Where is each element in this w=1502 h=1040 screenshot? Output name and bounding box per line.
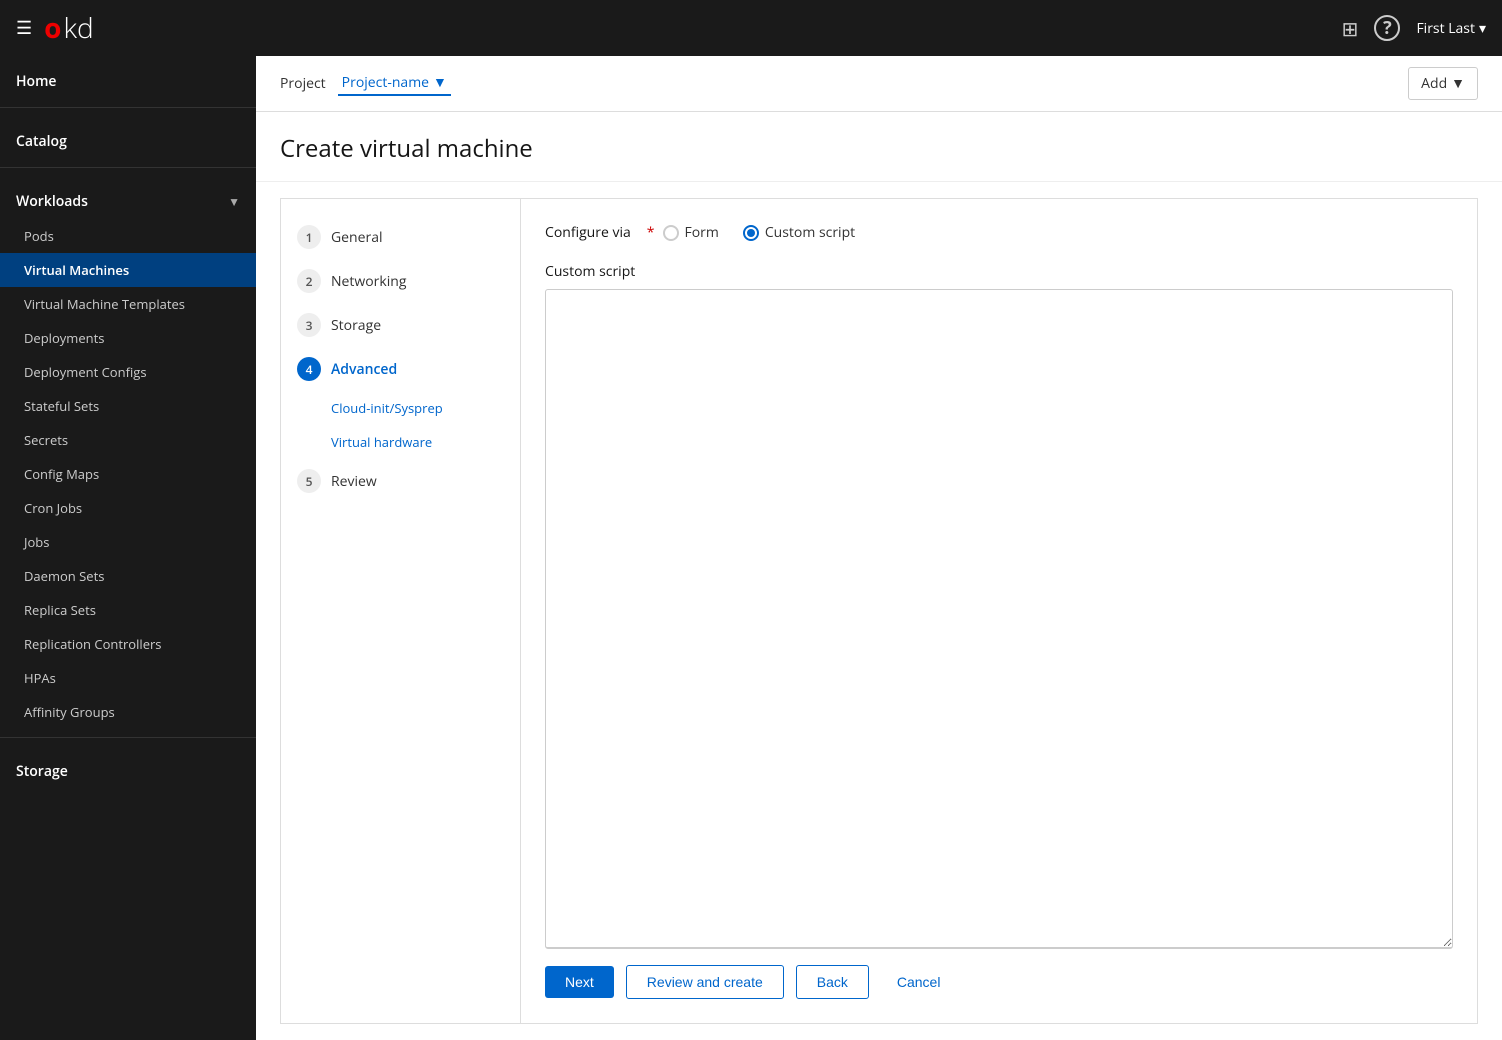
sidebar-catalog-label: Catalog — [16, 132, 67, 151]
logo-kd-letters: kd — [63, 9, 93, 47]
wizard-substep-virtual-hardware[interactable]: Virtual hardware — [281, 425, 520, 459]
review-create-button[interactable]: Review and create — [626, 965, 784, 999]
sidebar-storage-label: Storage — [16, 762, 68, 781]
sidebar-home-label: Home — [16, 72, 57, 91]
page-title-bar: Create virtual machine — [256, 112, 1502, 182]
configure-via-label: Configure via — [545, 223, 631, 242]
sidebar-item-virtual-machine-templates[interactable]: Virtual Machine Templates — [0, 287, 256, 321]
step-label-advanced: Advanced — [331, 360, 397, 379]
user-name-label: First Last — [1416, 19, 1475, 38]
page-title: Create virtual machine — [280, 132, 1478, 165]
topbar: Project Project-name ▼ Add ▼ — [256, 56, 1502, 112]
sidebar-storage[interactable]: Storage — [0, 746, 256, 789]
substep-cloud-init-label: Cloud-init/Sysprep — [331, 399, 443, 417]
hamburger-icon[interactable]: ☰ — [16, 16, 32, 40]
project-label: Project — [280, 74, 326, 93]
wizard-navigation: 1 General 2 Networking 3 Storage 4 Advan… — [281, 199, 521, 1023]
step-number-3: 3 — [297, 313, 321, 337]
project-name-value: Project-name — [342, 73, 429, 92]
wizard-body: Configure via * Form Custom script Custo… — [521, 199, 1477, 1023]
wizard-step-review[interactable]: 5 Review — [281, 459, 520, 503]
form-radio-option[interactable]: Form — [663, 223, 719, 242]
project-chevron-icon: ▼ — [433, 73, 447, 92]
form-radio-label: Form — [685, 223, 719, 242]
sidebar-item-stateful-sets[interactable]: Stateful Sets — [0, 389, 256, 423]
wizard-step-networking[interactable]: 2 Networking — [281, 259, 520, 303]
logo-o-letter: o — [44, 9, 61, 47]
step-number-4: 4 — [297, 357, 321, 381]
sidebar-item-deployments[interactable]: Deployments — [0, 321, 256, 355]
sidebar-item-secrets[interactable]: Secrets — [0, 423, 256, 457]
sidebar-item-deployment-configs[interactable]: Deployment Configs — [0, 355, 256, 389]
sidebar-item-cron-jobs[interactable]: Cron Jobs — [0, 491, 256, 525]
topnav-icons: ⊞ ? First Last ▾ — [1342, 15, 1486, 42]
wizard-step-advanced[interactable]: 4 Advanced — [281, 347, 520, 391]
configure-via-row: Configure via * Form Custom script — [545, 223, 1453, 242]
sidebar-item-config-maps[interactable]: Config Maps — [0, 457, 256, 491]
sidebar-divider-1 — [0, 107, 256, 108]
sidebar-item-affinity-groups[interactable]: Affinity Groups — [0, 695, 256, 729]
app-logo: o kd — [44, 9, 94, 47]
wizard-footer: Next Review and create Back Cancel — [545, 949, 1453, 999]
add-button[interactable]: Add ▼ — [1408, 67, 1478, 100]
wizard-substep-cloud-init[interactable]: Cloud-init/Sysprep — [281, 391, 520, 425]
sidebar-item-hpas[interactable]: HPAs — [0, 661, 256, 695]
step-label-networking: Networking — [331, 272, 406, 291]
step-number-2: 2 — [297, 269, 321, 293]
wizard-step-general[interactable]: 1 General — [281, 215, 520, 259]
sidebar-home[interactable]: Home — [0, 56, 256, 99]
sidebar-divider-2 — [0, 167, 256, 168]
custom-script-section-label: Custom script — [545, 262, 1453, 281]
custom-script-textarea[interactable] — [545, 289, 1453, 949]
step-label-storage: Storage — [331, 316, 381, 335]
add-chevron-icon: ▼ — [1451, 74, 1465, 93]
sidebar: Home Catalog Workloads ▼ Pods Virtual Ma… — [0, 56, 256, 1040]
sidebar-workloads-label: Workloads — [16, 192, 88, 211]
add-label: Add — [1421, 74, 1447, 93]
workloads-chevron-icon: ▼ — [228, 193, 240, 210]
sidebar-item-jobs[interactable]: Jobs — [0, 525, 256, 559]
sidebar-item-replication-controllers[interactable]: Replication Controllers — [0, 627, 256, 661]
wizard-container: 1 General 2 Networking 3 Storage 4 Advan… — [280, 198, 1478, 1024]
step-label-review: Review — [331, 472, 377, 491]
app-body: Home Catalog Workloads ▼ Pods Virtual Ma… — [0, 56, 1502, 1040]
help-icon[interactable]: ? — [1374, 15, 1400, 41]
required-asterisk: * — [647, 223, 655, 242]
wizard-step-storage[interactable]: 3 Storage — [281, 303, 520, 347]
cancel-button[interactable]: Cancel — [881, 966, 957, 998]
step-number-5: 5 — [297, 469, 321, 493]
main-content: Project Project-name ▼ Add ▼ Create virt… — [256, 56, 1502, 1040]
custom-script-section: Custom script — [545, 262, 1453, 949]
sidebar-workloads[interactable]: Workloads ▼ — [0, 176, 256, 219]
user-chevron-icon: ▾ — [1479, 19, 1486, 38]
custom-script-radio-option[interactable]: Custom script — [743, 223, 855, 242]
step-number-1: 1 — [297, 225, 321, 249]
next-button[interactable]: Next — [545, 966, 614, 998]
sidebar-item-virtual-machines[interactable]: Virtual Machines — [0, 253, 256, 287]
back-button[interactable]: Back — [796, 965, 869, 999]
step-label-general: General — [331, 228, 383, 247]
sidebar-catalog[interactable]: Catalog — [0, 116, 256, 159]
substep-virtual-hardware-label: Virtual hardware — [331, 433, 432, 451]
user-menu[interactable]: First Last ▾ — [1416, 19, 1486, 38]
custom-script-radio-label: Custom script — [765, 223, 855, 242]
sidebar-divider-3 — [0, 737, 256, 738]
sidebar-item-replica-sets[interactable]: Replica Sets — [0, 593, 256, 627]
project-select[interactable]: Project-name ▼ — [338, 71, 451, 96]
grid-icon[interactable]: ⊞ — [1342, 15, 1359, 42]
custom-script-radio-circle — [743, 225, 759, 241]
top-navigation: ☰ o kd ⊞ ? First Last ▾ — [0, 0, 1502, 56]
sidebar-item-pods[interactable]: Pods — [0, 219, 256, 253]
form-radio-circle — [663, 225, 679, 241]
sidebar-item-daemon-sets[interactable]: Daemon Sets — [0, 559, 256, 593]
